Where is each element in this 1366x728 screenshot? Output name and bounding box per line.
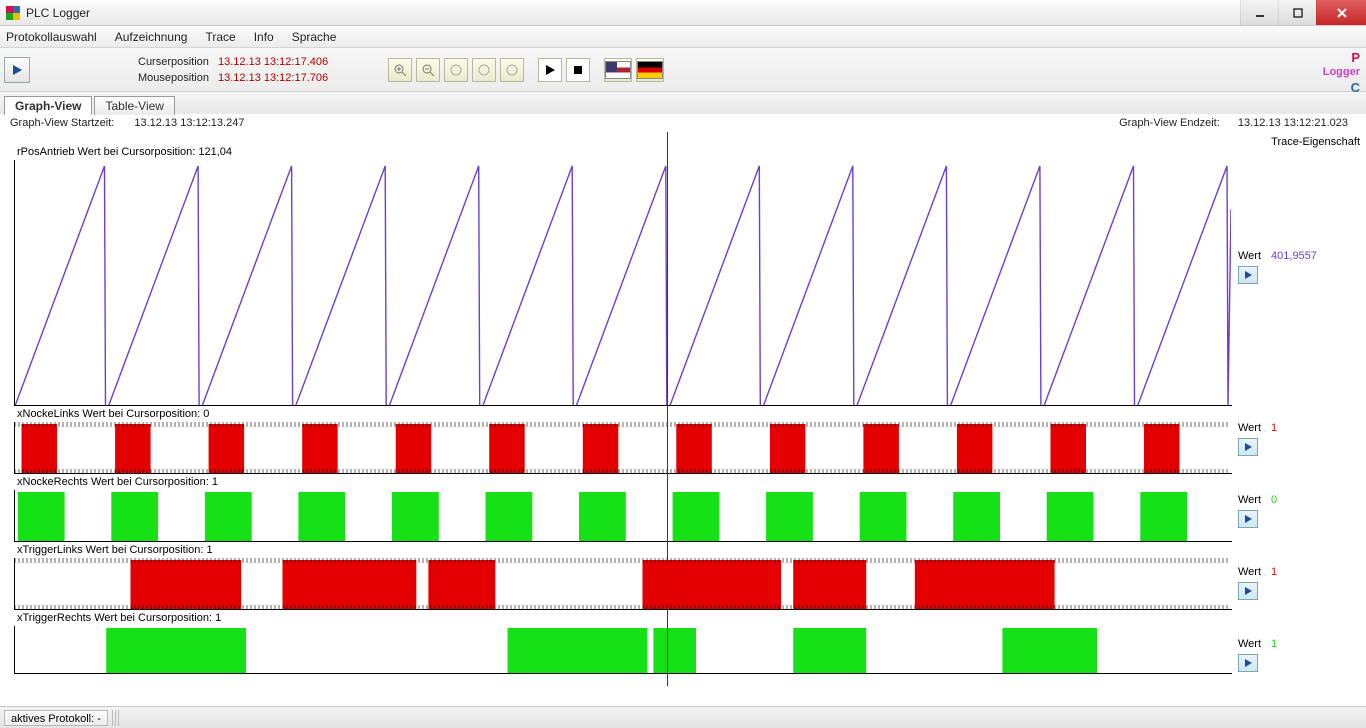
zoom-out-icon[interactable] [416,58,440,82]
end-time-value: 13.12.13 13:12:21.023 [1238,117,1348,129]
statusbar: aktives Protokoll: - [0,706,1366,728]
app-logo: P Logger C [1323,50,1360,95]
trace-property-label: Trace-Eigenschaft [1238,136,1360,148]
menu-info[interactable]: Info [254,30,274,44]
trace-play-3[interactable] [1238,510,1258,528]
lang-de-button[interactable] [636,58,664,82]
wert-label: Wert [1238,494,1261,506]
trace-play-1[interactable] [1238,266,1258,284]
toolbar: Curserposition13.12.13 13:12:17.406 Mous… [0,48,1366,92]
cursor-pos-value: 13.12.13 13:12:17.406 [218,54,328,70]
close-button[interactable] [1316,0,1366,25]
play-icon[interactable] [538,58,562,82]
wert-label: Wert [1238,638,1261,650]
lang-en-button[interactable] [604,58,632,82]
chart4-label: xTriggerLinks Wert bei Cursorposition: 1 [17,544,213,556]
chart-xtriggerrechts: xTriggerRechts Wert bei Cursorposition: … [14,626,1232,674]
wert-value-2: 1 [1271,422,1277,434]
wert-value-1: 401,9557 [1271,250,1317,262]
flag-de-icon [637,61,663,79]
chart-xnockerechts: xNockeRechts Wert bei Cursorposition: 1 [14,490,1232,542]
wert-value-4: 1 [1271,566,1277,578]
cursor-line[interactable] [667,132,668,686]
timespan-info: Graph-View Startzeit: 13.12.13 13:12:13.… [0,114,1366,132]
start-time-label: Graph-View Startzeit: [10,117,114,129]
tab-graph-view[interactable]: Graph-View [4,96,92,115]
tool-a-icon[interactable] [444,58,468,82]
chart-xtriggerlinks: xTriggerLinks Wert bei Cursorposition: 1 [14,558,1232,610]
trace-play-2[interactable] [1238,438,1258,456]
wert-label: Wert [1238,566,1261,578]
active-protocol: aktives Protokoll: - [4,710,108,726]
menu-sprache[interactable]: Sprache [292,30,337,44]
end-time-label: Graph-View Endzeit: [1119,117,1220,129]
status-gripper[interactable] [112,710,120,726]
logo-l: Logger [1323,65,1360,80]
chart3-label: xNockeRechts Wert bei Cursorposition: 1 [17,476,218,488]
main-play-button[interactable] [4,57,30,83]
minimize-button[interactable] [1240,0,1278,25]
side-panel: Trace-Eigenschaft Wert 401,9557 Wert 1 Wert 0… [1232,132,1366,702]
start-time-value: 13.12.13 13:12:13.247 [134,117,244,129]
wert-value-3: 0 [1271,494,1277,506]
cursor-pos-label: Curserposition [138,54,218,70]
zoom-in-icon[interactable] [388,58,412,82]
menu-aufzeichnung[interactable]: Aufzeichnung [115,30,188,44]
mouse-pos-label: Mouseposition [138,70,218,86]
tab-table-view[interactable]: Table-View [94,96,174,115]
menu-trace[interactable]: Trace [205,30,235,44]
wert-label: Wert [1238,422,1261,434]
position-readout: Curserposition13.12.13 13:12:17.406 Mous… [138,54,328,86]
logo-p: P [1323,50,1360,65]
mouse-pos-value: 13.12.13 13:12:17.706 [218,70,328,86]
stop-icon[interactable] [566,58,590,82]
menubar: Protokollauswahl Aufzeichnung Trace Info… [0,26,1366,48]
tool-c-icon[interactable] [500,58,524,82]
logo-c: C [1323,80,1360,95]
maximize-button[interactable] [1278,0,1316,25]
trace-play-4[interactable] [1238,582,1258,600]
menu-protokollauswahl[interactable]: Protokollauswahl [6,30,97,44]
wert-label: Wert [1238,250,1261,262]
chart5-label: xTriggerRechts Wert bei Cursorposition: … [17,612,221,624]
tool-b-icon[interactable] [472,58,496,82]
app-icon [6,6,20,20]
chart1-label: rPosAntrieb Wert bei Cursorposition: 121… [17,146,232,158]
trace-play-5[interactable] [1238,654,1258,672]
wert-value-5: 1 [1271,638,1277,650]
titlebar: PLC Logger [0,0,1366,26]
chart-rposantrieb: rPosAntrieb Wert bei Cursorposition: 121… [14,160,1232,406]
flag-us-icon [605,61,631,79]
chart-xnockelinks: xNockeLinks Wert bei Cursorposition: 0 [14,422,1232,474]
chart2-label: xNockeLinks Wert bei Cursorposition: 0 [17,408,209,420]
window-title: PLC Logger [26,6,90,20]
view-tabs: Graph-View Table-View [0,92,1366,114]
chart-area[interactable]: rPosAntrieb Wert bei Cursorposition: 121… [0,132,1232,702]
